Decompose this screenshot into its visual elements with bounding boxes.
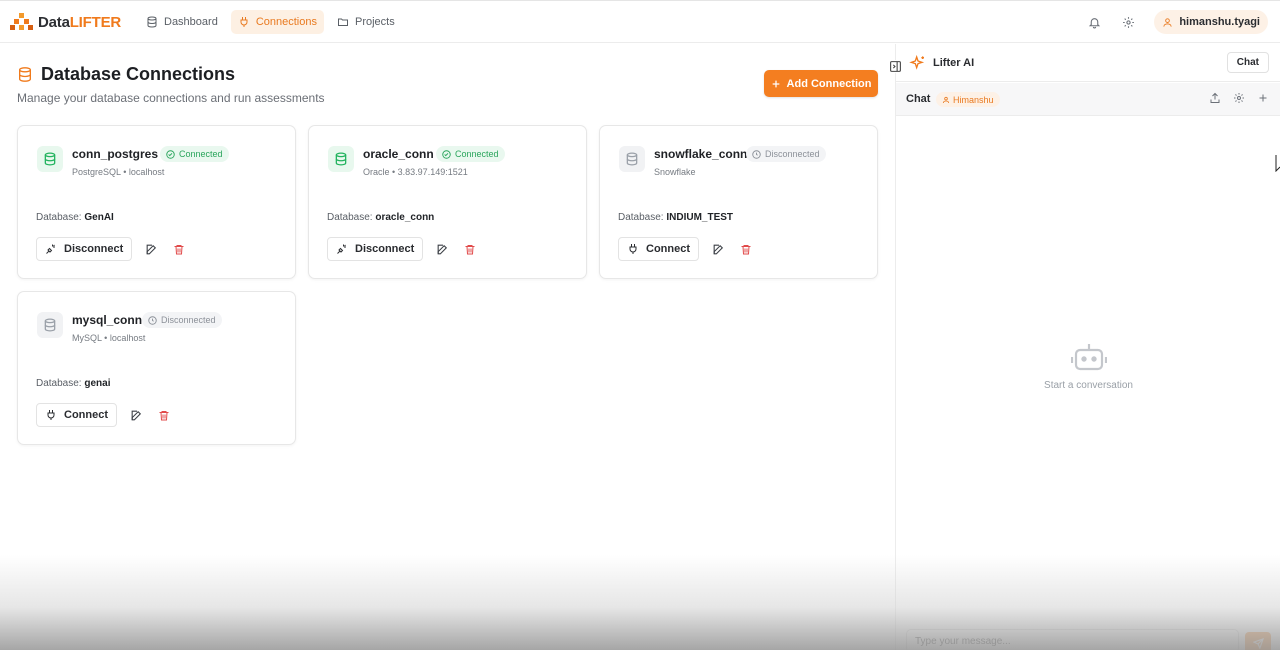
empty-state-text: Start a conversation [1044,380,1133,391]
sparkles-icon [909,55,925,70]
database-name: genai [84,378,111,389]
nav-dashboard[interactable]: Dashboard [139,10,225,34]
username: himanshu.tyagi [1179,16,1260,28]
database-name: INDIUM_TEST [666,212,734,223]
panel-collapse-icon[interactable] [889,60,902,73]
plug-icon [47,410,55,420]
plus-icon [772,80,779,87]
database-icon [328,146,354,172]
edit-icon[interactable] [130,409,143,422]
edit-icon[interactable] [436,243,449,256]
main-nav: Dashboard Connections Projects [139,10,402,34]
connection-card: mysql_conn Disconnected MySQL • localhos… [17,291,296,445]
send-button[interactable] [1245,632,1271,650]
upload-icon[interactable] [1209,92,1221,104]
assistant-title: Lifter AI [933,57,975,69]
connection-card: oracle_conn Connected Oracle • 3.83.97.1… [308,125,587,279]
edit-icon[interactable] [145,243,158,256]
connection-name: conn_postgres [72,147,159,161]
nav-dashboard-label: Dashboard [164,16,218,28]
page-title: Database Connections [41,64,236,84]
ai-assistant-panel: Lifter AI Chat Chat Himanshu Start a con… [895,44,1280,650]
folder-icon [337,18,348,26]
chat-button[interactable]: Chat [1226,52,1269,73]
plus-icon[interactable] [1257,92,1269,104]
main-content: Database Connections Manage your databas… [0,44,896,650]
disconnect-button[interactable]: Disconnect [327,237,424,261]
check-circle-icon [166,149,175,159]
edit-icon[interactable] [712,243,725,256]
connection-card: snowflake_conn Disconnected Snowflake Da… [599,125,878,279]
nav-connections-label: Connections [255,16,317,28]
database-icon [147,16,157,28]
chat-message-field[interactable] [906,629,1239,650]
chat-user-tag: Himanshu [936,92,1000,107]
brand-name-part1: Data [38,13,70,31]
connection-meta: Snowflake [654,167,696,177]
clock-icon [752,149,761,159]
brand-name-part2: LIFTER [69,13,122,31]
status-badge: Connected [160,146,229,162]
connection-meta: PostgreSQL • localhost [72,167,165,177]
connection-name: mysql_conn [72,313,143,327]
trash-icon[interactable] [464,243,476,256]
disconnect-button[interactable]: Disconnect [36,237,133,261]
top-navbar: DataLIFTER Dashboard Connections Project… [0,0,1280,43]
chat-label: Chat [906,93,931,105]
user-icon [942,96,950,103]
plug-icon [240,17,248,27]
robot-icon [1070,344,1107,371]
datalifter-logo[interactable]: DataLIFTER [10,12,121,32]
status-badge: Disconnected [746,146,826,162]
page-subtitle: Manage your database connections and run… [17,91,325,105]
connection-name: oracle_conn [363,147,434,161]
settings-gear-icon[interactable] [1233,92,1245,104]
add-connection-label: Add Connection [786,77,872,90]
database-icon [619,146,645,172]
database-icon [37,312,63,338]
status-badge: Disconnected [142,312,222,328]
connection-card: conn_postgres Connected PostgreSQL • loc… [17,125,296,279]
status-badge: Connected [436,146,505,162]
unplug-icon [337,244,346,254]
clock-icon [148,315,157,325]
nav-connections[interactable]: Connections [230,10,324,34]
connect-button[interactable]: Connect [36,403,117,427]
unplug-icon [46,244,55,254]
trash-icon[interactable] [740,243,752,256]
settings-gear-icon[interactable] [1120,14,1136,30]
notifications-bell-icon[interactable] [1086,14,1102,30]
mouse-cursor-icon [1275,155,1280,172]
connect-button[interactable]: Connect [618,237,699,261]
database-name: GenAI [84,212,114,223]
database-icon [37,146,63,172]
trash-icon[interactable] [158,409,170,422]
user-icon [1163,17,1172,27]
database-line: Database: genai [36,378,111,389]
database-icon [19,67,31,82]
nav-projects-label: Projects [354,16,395,28]
connection-name: snowflake_conn [654,147,748,161]
chat-toolbar: Chat Himanshu [896,83,1280,116]
database-line: Database: INDIUM_TEST [618,212,734,223]
check-circle-icon [442,149,451,159]
connection-meta: MySQL • localhost [72,333,146,343]
plug-icon [629,244,637,254]
user-menu[interactable]: himanshu.tyagi [1154,10,1268,34]
send-icon [1252,637,1264,649]
logo-icon [10,13,33,30]
nav-projects[interactable]: Projects [330,10,402,34]
trash-icon[interactable] [173,243,185,256]
database-line: Database: GenAI [36,212,114,223]
database-line: Database: oracle_conn [327,212,435,223]
chat-empty-state: Start a conversation [896,342,1280,391]
database-name: oracle_conn [375,212,435,223]
connection-meta: Oracle • 3.83.97.149:1521 [363,167,468,177]
add-connection-button[interactable]: Add Connection [764,70,878,97]
chat-message-input[interactable] [907,630,1238,650]
